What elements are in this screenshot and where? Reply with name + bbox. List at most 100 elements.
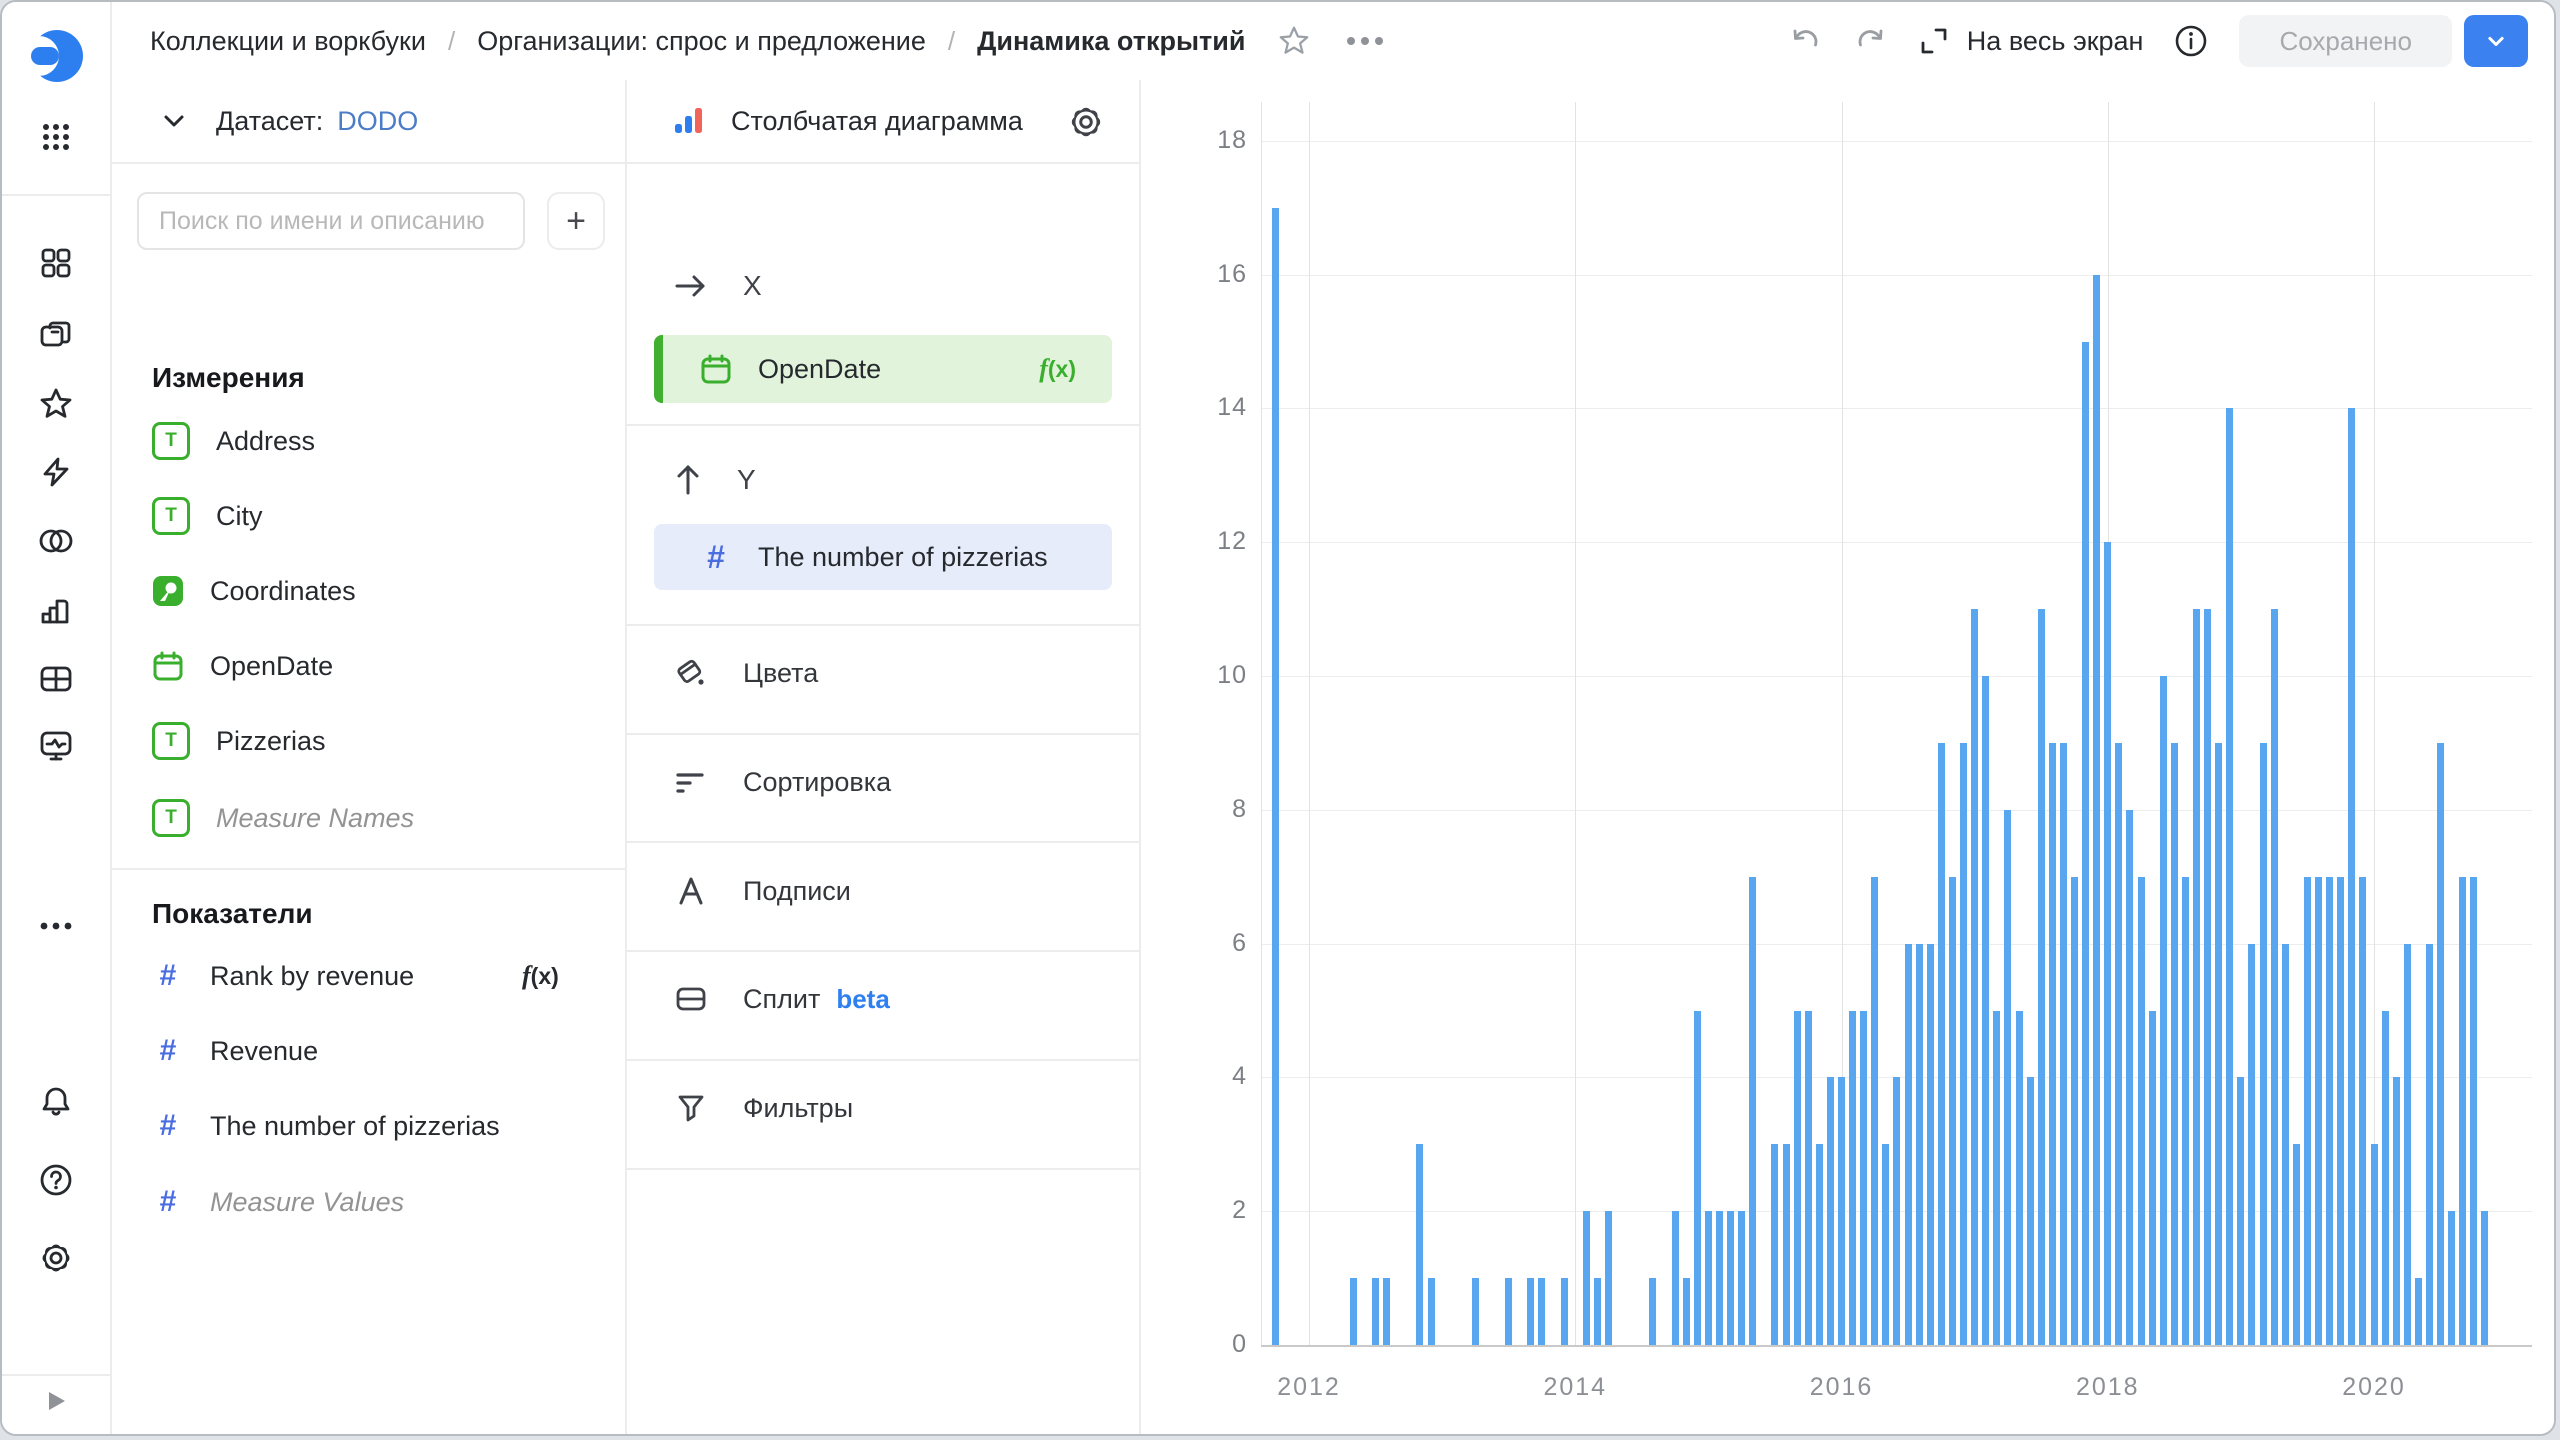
chart-bar[interactable]	[1383, 1278, 1390, 1345]
chart-bar[interactable]	[2481, 1211, 2488, 1345]
chart-bar[interactable]	[1705, 1211, 1712, 1345]
chart-bar[interactable]	[1838, 1077, 1845, 1345]
chart-bar[interactable]	[2282, 944, 2289, 1345]
chart-bar[interactable]	[2204, 609, 2211, 1345]
chart-bar[interactable]	[1805, 1011, 1812, 1346]
breadcrumb-workbook[interactable]: Организации: спрос и предложение	[477, 26, 926, 57]
chart-bar[interactable]	[2404, 944, 2411, 1345]
chart-bar[interactable]	[2060, 743, 2067, 1345]
sorting-section[interactable]: Сортировка	[673, 752, 1103, 812]
dimension-item-opendate[interactable]: OpenDate	[152, 636, 592, 696]
datalens-logo[interactable]	[2, 28, 110, 84]
chart-bar[interactable]	[2215, 743, 2222, 1345]
sidebar-item-connections[interactable]	[2, 454, 110, 490]
notifications-button[interactable]	[2, 1084, 110, 1120]
chart-bar[interactable]	[1683, 1278, 1690, 1345]
chart-bar[interactable]	[2260, 743, 2267, 1345]
split-section[interactable]: Сплит beta	[673, 969, 1103, 1029]
chart-bar[interactable]	[1971, 609, 1978, 1345]
chart-bar[interactable]	[2371, 1144, 2378, 1345]
sidebar-item-tables[interactable]	[2, 661, 110, 697]
chart-bar[interactable]	[2193, 609, 2200, 1345]
chart-bar[interactable]	[1783, 1144, 1790, 1345]
colors-section[interactable]: Цвета	[673, 643, 1103, 703]
sidebar-item-datasets[interactable]	[2, 523, 110, 559]
sidebar-item-collections[interactable]	[2, 318, 110, 354]
x-field-pill[interactable]: OpenDate f(x)	[654, 335, 1112, 403]
chart-bar[interactable]	[1993, 1011, 2000, 1346]
chart-bar[interactable]	[2337, 877, 2344, 1345]
chart-bar[interactable]	[1816, 1144, 1823, 1345]
chart-bar[interactable]	[2293, 1144, 2300, 1345]
chart-bar[interactable]	[1927, 944, 1934, 1345]
chart-bar[interactable]	[1938, 743, 1945, 1345]
chart-bar[interactable]	[2359, 877, 2366, 1345]
chart-bar[interactable]	[1649, 1278, 1656, 1345]
saved-button[interactable]: Сохранено	[2239, 15, 2452, 67]
chart-bar[interactable]	[1605, 1211, 1612, 1345]
chart-bar[interactable]	[2459, 877, 2466, 1345]
chart-bar[interactable]	[1716, 1211, 1723, 1345]
dimension-item-city[interactable]: T City	[152, 486, 592, 546]
chart-bar[interactable]	[1416, 1144, 1423, 1345]
chart-bar[interactable]	[2138, 877, 2145, 1345]
chart-bar[interactable]	[1794, 1011, 1801, 1346]
chart-bar[interactable]	[1916, 944, 1923, 1345]
save-dropdown-button[interactable]	[2464, 15, 2528, 67]
chart-bar[interactable]	[2470, 877, 2477, 1345]
settings-button[interactable]	[2, 1240, 110, 1276]
info-button[interactable]	[2173, 23, 2209, 59]
chart-bar[interactable]	[1561, 1278, 1568, 1345]
chart-bar[interactable]	[1738, 1211, 1745, 1345]
chart-bar[interactable]	[2271, 609, 2278, 1345]
expand-sidebar-button[interactable]	[2, 1388, 110, 1414]
chart-bar[interactable]	[1882, 1144, 1889, 1345]
dimension-item-coordinates[interactable]: Coordinates	[152, 561, 592, 621]
field-search-input[interactable]	[137, 192, 525, 250]
chart-bar[interactable]	[1350, 1278, 1357, 1345]
dimension-item-measure-names[interactable]: T Measure Names	[152, 788, 592, 848]
fullscreen-button[interactable]	[1917, 24, 1951, 58]
chart-bar[interactable]	[2393, 1077, 2400, 1345]
chart-bar[interactable]	[2093, 275, 2100, 1345]
chart-bar[interactable]	[1771, 1144, 1778, 1345]
chart-bar[interactable]	[2004, 810, 2011, 1345]
chart-settings-button[interactable]	[1067, 103, 1105, 141]
measure-item-revenue[interactable]: # Revenue	[152, 1021, 592, 1081]
chart-bar[interactable]	[2382, 1011, 2389, 1346]
dimension-item-address[interactable]: T Address	[152, 411, 592, 471]
chart-bar[interactable]	[2348, 408, 2355, 1345]
chart-bar[interactable]	[1472, 1278, 1479, 1345]
chart-bar[interactable]	[2426, 944, 2433, 1345]
more-actions-button[interactable]	[1345, 36, 1385, 46]
chart-bar[interactable]	[1860, 1011, 1867, 1346]
dataset-selector[interactable]: Датасет: DODO	[112, 80, 625, 164]
labels-section[interactable]: Подписи	[673, 861, 1103, 921]
chart-bar[interactable]	[2049, 743, 2056, 1345]
chart-bar[interactable]	[1272, 208, 1279, 1345]
chart-bar[interactable]	[2415, 1278, 2422, 1345]
measure-item-rank-by-revenue[interactable]: # Rank by revenue f(x)	[152, 946, 592, 1006]
sidebar-item-overview[interactable]	[2, 245, 110, 281]
chart-bar[interactable]	[2326, 877, 2333, 1345]
redo-button[interactable]	[1853, 24, 1887, 58]
chart-bar[interactable]	[2082, 342, 2089, 1346]
favorite-star-button[interactable]	[1277, 24, 1311, 58]
chart-bar[interactable]	[2304, 877, 2311, 1345]
chart-bar[interactable]	[1672, 1211, 1679, 1345]
chart-bar[interactable]	[1827, 1077, 1834, 1345]
undo-button[interactable]	[1789, 24, 1823, 58]
chart-bar[interactable]	[2437, 743, 2444, 1345]
chart-bar[interactable]	[2104, 542, 2111, 1345]
chart-bar[interactable]	[2248, 944, 2255, 1345]
chart-bar[interactable]	[2016, 1011, 2023, 1346]
chart-bar[interactable]	[1949, 877, 1956, 1345]
chart-bar[interactable]	[2182, 877, 2189, 1345]
dataset-name-link[interactable]: DODO	[337, 106, 418, 137]
chart-bar[interactable]	[1849, 1011, 1856, 1346]
chart-bar[interactable]	[2448, 1211, 2455, 1345]
chart-bar[interactable]	[2027, 1077, 2034, 1345]
chart-bar[interactable]	[2226, 408, 2233, 1345]
measure-item-number-of-pizzerias[interactable]: # The number of pizzerias	[152, 1096, 592, 1156]
chart-bar[interactable]	[1727, 1211, 1734, 1345]
